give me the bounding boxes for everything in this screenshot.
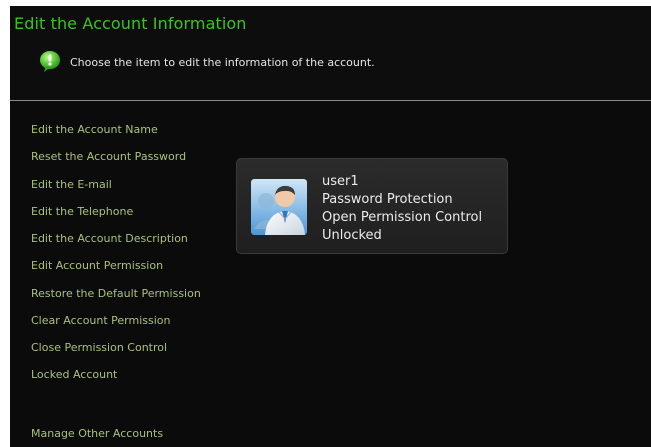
menu-clear-account-permission[interactable]: Clear Account Permission [31, 314, 171, 327]
menu-edit-email[interactable]: Edit the E-mail [31, 178, 112, 191]
account-lock-status: Unlocked [322, 228, 382, 243]
menu-edit-account-name[interactable]: Edit the Account Name [31, 123, 158, 136]
header: Edit the Account Information Choose the … [10, 6, 651, 100]
account-card: user1 Password Protection Open Permissio… [236, 158, 508, 254]
user-avatar-icon [251, 179, 307, 235]
header-divider [10, 100, 651, 101]
menu-edit-telephone[interactable]: Edit the Telephone [31, 205, 133, 218]
speech-bubble-info-icon [40, 51, 60, 72]
menu-locked-account[interactable]: Locked Account [31, 368, 117, 381]
menu-manage-other-accounts[interactable]: Manage Other Accounts [31, 427, 163, 440]
page-title: Edit the Account Information [14, 14, 247, 33]
menu-close-permission-control[interactable]: Close Permission Control [31, 341, 167, 354]
hint-text: Choose the item to edit the information … [70, 56, 375, 69]
menu-edit-account-permission[interactable]: Edit Account Permission [31, 259, 163, 272]
account-protection: Password Protection [322, 192, 453, 207]
account-permission-status: Open Permission Control [322, 210, 483, 225]
menu-edit-account-description[interactable]: Edit the Account Description [31, 232, 188, 245]
menu-reset-account-password[interactable]: Reset the Account Password [31, 150, 186, 163]
menu-restore-default-permission[interactable]: Restore the Default Permission [31, 287, 201, 300]
account-username: user1 [322, 174, 359, 189]
account-info-panel: Edit the Account Information Choose the … [10, 6, 651, 447]
